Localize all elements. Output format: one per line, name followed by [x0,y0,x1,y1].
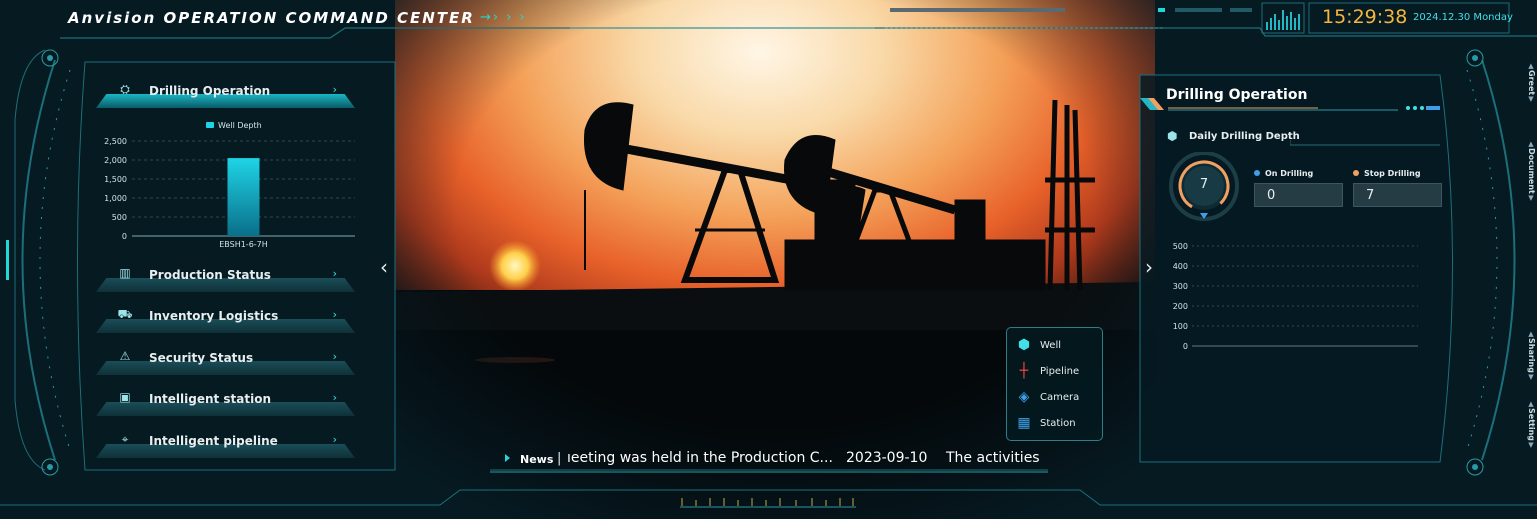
news-date: 2023-09-10 [846,450,928,466]
right-panel-title: Drilling Operation [1166,87,1308,103]
news-headline[interactable]: ıeeting was held in the Production C... [567,450,833,466]
stop-drilling-label: Stop Drilling [1364,169,1421,178]
menu-item-label: Intelligent pipeline [149,434,278,448]
caret-down-icon: ▼ [1527,193,1535,202]
y-tick-label: 400 [1173,262,1188,271]
menu-item-label: Security Status [149,351,254,365]
menu-item-intelligent-station[interactable]: ▣ Intelligent station › [96,390,355,416]
drill-icon: ⛭ [120,82,130,96]
legend-label: Well [1040,340,1062,351]
caret-up-icon: ▲ [1527,62,1535,70]
menu-item-label: Production Status [149,268,271,282]
on-drilling-label: On Drilling [1265,169,1314,178]
daily-drilling-depth-title: Daily Drilling Depth [1189,131,1300,142]
side-tab-document[interactable]: ▲Document▼ [1516,140,1536,202]
next-arrow-icon[interactable]: › [1145,255,1153,279]
side-tab-greet[interactable]: ▲Greet▼ [1516,62,1536,103]
caret-up-icon: ▲ [1527,400,1535,408]
title-arrows-icon: →› › › [480,10,527,25]
caret-down-icon: ▼ [1527,372,1535,381]
pin-icon: ⌖ [121,432,129,446]
y-tick-label: 2,500 [104,137,127,146]
news-separator: | [557,451,562,466]
caret-down-icon: ▼ [1527,441,1535,449]
legend-label: Station [1040,418,1076,429]
well-icon: ⬢ [1017,337,1031,353]
y-tick-label: 0 [1183,342,1188,351]
menu-item-intelligent-pipeline[interactable]: ⌖ Intelligent pipeline › [96,432,355,458]
caret-down-icon: ▼ [1527,95,1535,104]
truck-icon: ⛟ [117,307,133,321]
clock-date: 2024.12.30 Monday [1413,12,1513,23]
menu-item-inventory-logistics[interactable]: ⛟ Inventory Logistics › [96,307,355,333]
y-tick-label: 500 [1173,242,1188,251]
menu-item-label: Inventory Logistics [149,309,279,323]
on-drilling-dot [1254,170,1260,176]
legend-label: Well Depth [218,121,262,130]
chevron-right-icon: › [332,433,337,446]
map-legend: ⬢ Well ┼ Pipeline ◈ Camera ▦ Station [1006,327,1103,441]
menu-item-security-status[interactable]: ⚠ Security Status › [96,349,355,375]
legend-swatch [206,122,214,128]
side-tab-sharing[interactable]: ▲Sharing▼ [1516,330,1536,381]
news-headline-next[interactable]: The activities [946,450,1040,466]
chevron-right-icon: › [332,391,337,404]
station-icon: ▣ [119,390,131,404]
station-icon: ▦ [1017,415,1031,431]
prev-arrow-icon[interactable]: ‹ [380,255,388,279]
x-tick-label: EBSH1-6-7H [219,240,268,249]
drilling-depth-chart: 500 400 300 200 100 0 [1173,242,1418,351]
stop-drilling-value: 7 [1353,183,1442,207]
caret-up-icon: ▲ [1527,330,1535,338]
chevron-right-icon: › [332,308,337,321]
cube-icon: ⬢ [1167,129,1178,143]
play-icon [505,454,510,462]
y-tick-label: 1,500 [104,175,127,184]
y-tick-label: 100 [1173,322,1188,331]
y-tick-label: 300 [1173,282,1188,291]
camera-icon: ◈ [1018,389,1030,405]
side-tab-setting[interactable]: ▲Setting▼ [1516,400,1536,449]
on-drilling-value: 0 [1254,183,1343,207]
y-tick-label: 2,000 [104,156,127,165]
side-tab-label: Document [1527,148,1536,194]
news-ticker[interactable]: News | ıeeting was held in the Productio… [490,448,1048,472]
y-tick-label: 500 [112,213,127,222]
chevron-right-icon: › [332,83,337,96]
y-tick-label: 0 [122,232,127,241]
legend-label: Pipeline [1040,366,1080,377]
news-label: News [520,453,554,466]
factory-icon: ▥ [119,266,131,280]
app-title: Anvision OPERATION COMMAND CENTER [68,9,475,27]
menu-item-label: Drilling Operation [149,84,271,98]
clock-time: 15:29:38 [1322,6,1408,28]
legend-label: Camera [1040,392,1080,403]
chevron-right-icon: › [332,267,337,280]
gauge-value: 7 [1199,177,1209,192]
side-tab-label: Setting [1527,408,1536,441]
y-tick-label: 1,000 [104,194,127,203]
side-tab-label: Sharing [1527,338,1536,373]
y-tick-label: 200 [1173,302,1188,311]
menu-item-drilling-operation[interactable]: ⛭ Drilling Operation › [96,82,355,108]
chevron-right-icon: › [332,350,337,363]
caret-up-icon: ▲ [1527,140,1535,148]
subtitle-underline [1290,140,1440,146]
menu-item-label: Intelligent station [149,392,272,406]
side-tab-label: Greet [1527,70,1536,96]
bar-EBSH1-6-7H[interactable] [227,158,260,236]
well-depth-chart: Well Depth 2,500 2,000 1,500 1,000 500 0 EBSH1-… [104,121,355,249]
alarm-icon: ⚠ [119,349,131,363]
pipeline-icon: ┼ [1019,363,1029,379]
stop-drilling-dot [1353,170,1359,176]
menu-item-production-status[interactable]: ▥ Production Status › [96,266,355,292]
